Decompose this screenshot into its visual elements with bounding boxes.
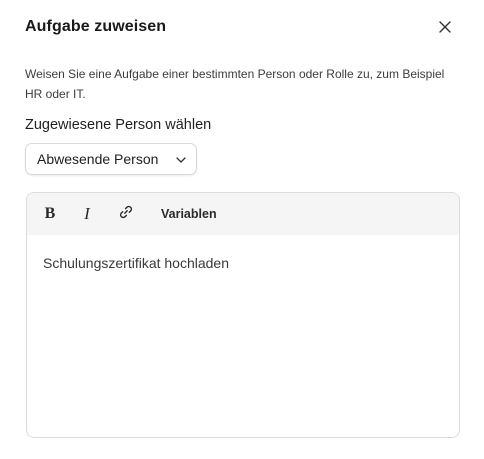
dialog-title: Aufgabe zuweisen [25,18,167,35]
close-button[interactable] [434,18,456,40]
editor-toolbar: B I Variablen [27,193,459,235]
rich-text-editor: B I Variablen Schulungszertifikat hochla… [26,192,460,438]
assignee-label: Zugewiesene Person wählen [25,117,212,133]
link-icon [118,204,134,225]
close-icon [439,20,451,38]
editor-content[interactable]: Schulungszertifikat hochladen [27,235,459,435]
bold-button[interactable]: B [43,204,57,224]
link-button[interactable] [117,204,135,224]
assignee-select-value: Abwesende Person [37,151,159,167]
assignee-select[interactable]: Abwesende Person [25,143,197,175]
assign-task-dialog: Aufgabe zuweisen Weisen Sie eine Aufgabe… [0,0,484,459]
italic-button[interactable]: I [80,204,94,224]
dialog-description: Weisen Sie eine Aufgabe einer bestimmten… [25,67,445,101]
variables-button[interactable]: Variablen [161,204,217,224]
chevron-down-icon [175,153,187,165]
